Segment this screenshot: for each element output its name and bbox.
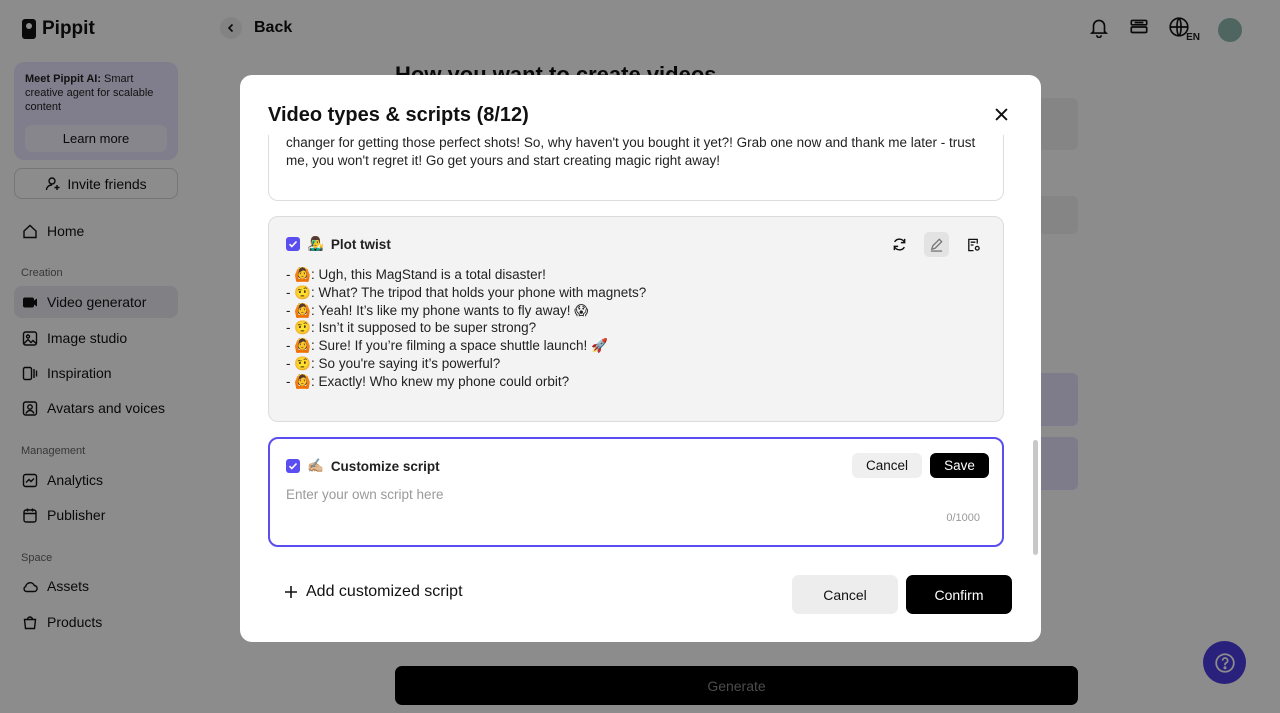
edit-button[interactable] (924, 232, 949, 257)
script-card-custom[interactable]: ✍🏼 Customize script Cancel Save Enter yo… (268, 437, 1004, 547)
close-icon (995, 108, 1008, 121)
custom-save-button[interactable]: Save (930, 453, 989, 478)
plot-twist-emoji: 👨‍🎤 (307, 236, 324, 252)
video-types-modal: Video types & scripts (8/12) changer for… (240, 75, 1041, 642)
plot-twist-title: Plot twist (331, 237, 391, 252)
cancel-button[interactable]: Cancel (792, 575, 898, 614)
plus-icon (284, 585, 298, 599)
add-customized-script-button[interactable]: Add customized script (284, 583, 463, 601)
custom-script-emoji: ✍🏼 (307, 458, 324, 474)
document-settings-icon (966, 237, 981, 252)
script-line: - 🙆: Sure! If you’re filming a space shu… (286, 337, 646, 355)
script-text: changer for getting those perfect shots!… (286, 135, 986, 170)
scripts-scroll-area[interactable]: changer for getting those perfect shots!… (268, 135, 1005, 620)
card-header: 👨‍🎤 Plot twist (286, 236, 391, 252)
script-card-previous[interactable]: changer for getting those perfect shots!… (268, 135, 1004, 201)
script-line: - 🤨: So you're saying it’s powerful? (286, 355, 646, 373)
custom-script-actions: Cancel Save (852, 453, 989, 478)
regenerate-button[interactable] (887, 232, 912, 257)
custom-script-title: Customize script (331, 459, 440, 474)
script-line: - 🤨: What? The tripod that holds your ph… (286, 284, 646, 302)
refresh-icon (892, 237, 907, 252)
script-lines[interactable]: - 🙆: Ugh, this MagStand is a total disas… (286, 266, 646, 391)
char-count: 0/1000 (946, 512, 980, 524)
script-line: - 🤨: Isn’t it supposed to be super stron… (286, 319, 646, 337)
script-line: - 🙆: Exactly! Who knew my phone could or… (286, 373, 646, 391)
custom-cancel-button[interactable]: Cancel (852, 453, 922, 478)
script-line: - 🙆: Yeah! It’s like my phone wants to f… (286, 302, 646, 320)
confirm-button[interactable]: Confirm (906, 575, 1012, 614)
check-icon (288, 461, 298, 471)
script-line: - 🙆: Ugh, this MagStand is a total disas… (286, 266, 646, 284)
card-tools (887, 232, 986, 257)
add-script-label: Add customized script (306, 583, 463, 601)
custom-script-input[interactable]: Enter your own script here (286, 487, 444, 502)
card-header: ✍🏼 Customize script (286, 458, 440, 474)
check-icon (288, 239, 298, 249)
close-button[interactable] (992, 105, 1010, 123)
script-details-button[interactable] (961, 232, 986, 257)
modal-title: Video types & scripts (8/12) (268, 104, 529, 127)
script-card-plot-twist[interactable]: 👨‍🎤 Plot twist - 🙆: Ugh, this MagStand i… (268, 216, 1004, 422)
pencil-icon (929, 237, 944, 252)
scrollbar[interactable] (1033, 440, 1038, 555)
custom-script-checkbox[interactable] (286, 459, 300, 473)
plot-twist-checkbox[interactable] (286, 237, 300, 251)
